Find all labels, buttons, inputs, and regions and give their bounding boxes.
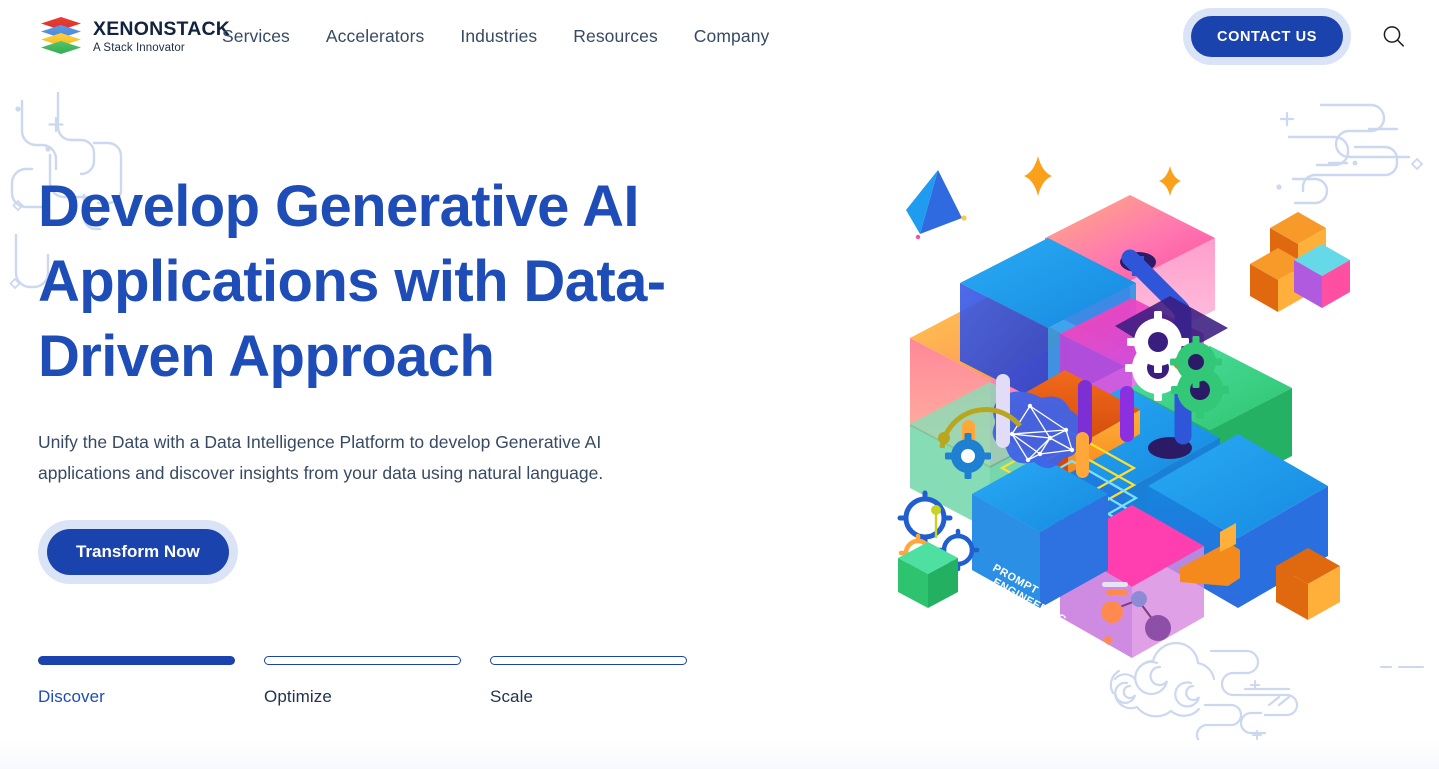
transform-now-button[interactable]: Transform Now xyxy=(47,529,229,575)
step-progress-bar-scale[interactable] xyxy=(490,656,687,665)
hero-steps: Discover Optimize Scale xyxy=(38,656,718,707)
hero-content: Develop Generative AI Applications with … xyxy=(38,169,718,584)
step-label-optimize[interactable]: Optimize xyxy=(264,687,490,707)
step-progress-bar-discover[interactable] xyxy=(38,656,235,665)
contact-us-halo: CONTACT US xyxy=(1183,8,1351,65)
logo-text: XENONSTACK A Stack Innovator xyxy=(93,18,231,54)
site-header: XENONSTACK A Stack Innovator Services Ac… xyxy=(0,0,1439,73)
pyramid-blue-icon xyxy=(906,170,967,240)
main-nav: Services Accelerators Industries Resourc… xyxy=(222,0,805,73)
step-label-scale[interactable]: Scale xyxy=(490,687,716,707)
header-actions: CONTACT US xyxy=(1183,0,1439,73)
isometric-genai-blocks-illustration: PROMPT ENGINEERING xyxy=(897,156,1350,658)
step-label-discover[interactable]: Discover xyxy=(38,687,264,707)
page-root: XENONSTACK A Stack Innovator Services Ac… xyxy=(0,0,1439,769)
sparkle-icons xyxy=(1024,156,1181,196)
transform-now-halo: Transform Now xyxy=(38,520,238,584)
step-optimize[interactable]: Optimize xyxy=(264,656,490,707)
nav-item-resources[interactable]: Resources xyxy=(573,20,676,53)
search-icon xyxy=(1383,25,1404,47)
page-bottom-strip xyxy=(0,740,1439,769)
search-button[interactable] xyxy=(1377,20,1411,54)
nav-item-company[interactable]: Company xyxy=(694,20,788,53)
hero-illustration: PROMPT ENGINEERING xyxy=(880,138,1380,658)
step-progress-bar-optimize[interactable] xyxy=(264,656,461,665)
hero-subtitle: Unify the Data with a Data Intelligence … xyxy=(38,432,604,483)
nav-item-industries[interactable]: Industries xyxy=(460,20,555,53)
logo-tagline: A Stack Innovator xyxy=(93,41,185,54)
logo-layer-green xyxy=(38,41,84,57)
hero-title: Develop Generative AI Applications with … xyxy=(38,174,666,389)
step-discover[interactable]: Discover xyxy=(38,656,264,707)
contact-us-button[interactable]: CONTACT US xyxy=(1191,16,1343,57)
cubes-orange-right xyxy=(1250,212,1350,312)
logo-name: XENONSTACK xyxy=(93,18,231,40)
hero-section: Develop Generative AI Applications with … xyxy=(0,73,1439,740)
nav-item-services[interactable]: Services xyxy=(222,20,308,53)
nav-item-accelerators[interactable]: Accelerators xyxy=(326,20,442,53)
step-scale[interactable]: Scale xyxy=(490,656,716,707)
logo[interactable]: XENONSTACK A Stack Innovator xyxy=(38,17,230,57)
logo-stack-icon xyxy=(38,17,84,57)
